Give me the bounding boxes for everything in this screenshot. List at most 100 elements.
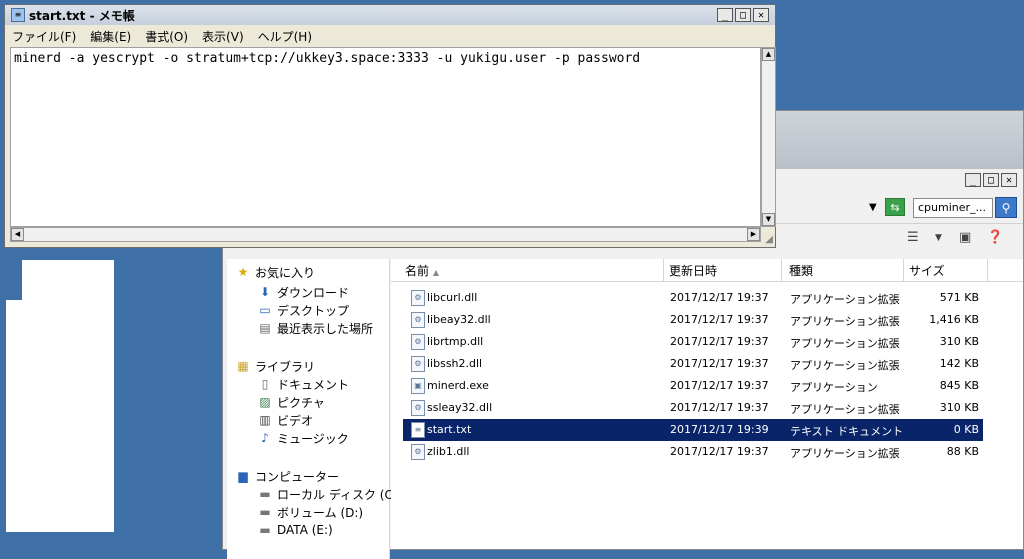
file-row[interactable]: ⚙ libeay32.dll 2017/12/17 19:37 アプリケーション…: [403, 309, 983, 331]
nav-label: ミュージック: [277, 431, 349, 446]
dll-file-icon: ⚙: [411, 290, 425, 306]
menu-edit[interactable]: 編集(E): [83, 28, 138, 45]
nav-label: DATA (E:): [277, 523, 333, 537]
star-icon: ★: [237, 265, 249, 279]
scroll-right-icon[interactable]: ▶: [747, 228, 760, 241]
help-icon[interactable]: ❓: [987, 230, 1003, 245]
scroll-down-icon[interactable]: ▼: [762, 213, 775, 226]
nav-pictures[interactable]: ▨ ピクチャ: [257, 393, 325, 411]
vertical-scrollbar[interactable]: ▲ ▼: [761, 47, 776, 227]
nav-label: ビデオ: [277, 413, 314, 428]
dll-file-icon: ⚙: [411, 400, 425, 416]
file-size: 1,416 KB: [929, 313, 979, 326]
drive-icon: ▬: [259, 523, 271, 537]
column-size[interactable]: サイズ: [909, 262, 945, 279]
nav-music[interactable]: ♪ ミュージック: [257, 429, 349, 447]
search-icon[interactable]: ⚲: [995, 197, 1017, 218]
menu-format[interactable]: 書式(O): [138, 28, 195, 45]
nav-computer[interactable]: ▆ コンピューター: [235, 467, 339, 485]
file-name: libeay32.dll: [427, 313, 491, 326]
file-size: 0 KB: [953, 423, 979, 436]
text-editor-area[interactable]: minerd -a yescrypt -o stratum+tcp://ukke…: [10, 47, 761, 227]
exe-file-icon: ▣: [411, 378, 425, 394]
column-divider[interactable]: [663, 259, 664, 281]
file-date: 2017/12/17 19:37: [670, 313, 769, 326]
file-name: libcurl.dll: [427, 291, 478, 304]
close-button[interactable]: ✕: [1001, 173, 1017, 187]
column-label: 名前: [405, 264, 430, 278]
nav-label: コンピューター: [255, 469, 340, 484]
horizontal-scrollbar[interactable]: ◀ ▶: [10, 227, 761, 242]
drive-icon: ▬: [259, 505, 271, 519]
nav-volume-d[interactable]: ▬ ボリューム (D:): [257, 503, 363, 521]
scroll-up-icon[interactable]: ▲: [762, 48, 775, 61]
window-title: start.txt - メモ帳: [29, 8, 135, 23]
nav-label: 最近表示した場所: [277, 321, 374, 336]
file-row[interactable]: ⚙ ssleay32.dll 2017/12/17 19:37 アプリケーション…: [403, 397, 983, 419]
minimize-button[interactable]: _: [965, 173, 981, 187]
minimize-button[interactable]: _: [717, 8, 733, 22]
library-icon: ▦: [237, 359, 249, 373]
file-list-pane: 名前 ▲ 更新日時 種類 サイズ ⚙ libcurl.dll 2017/12/1…: [391, 259, 1023, 549]
notepad-titlebar[interactable]: ≡ start.txt - メモ帳 _ □ ✕: [5, 5, 775, 25]
column-divider[interactable]: [781, 259, 782, 281]
file-size: 845 KB: [939, 379, 979, 392]
dll-file-icon: ⚙: [411, 334, 425, 350]
dll-file-icon: ⚙: [411, 312, 425, 328]
search-input[interactable]: cpuminer_...: [913, 198, 993, 218]
nav-videos[interactable]: ▥ ビデオ: [257, 411, 313, 429]
menu-view[interactable]: 表示(V): [195, 28, 251, 45]
file-type: アプリケーション拡張: [790, 337, 900, 350]
menu-help[interactable]: ヘルプ(H): [251, 28, 319, 45]
refresh-icon[interactable]: ⇆: [885, 198, 905, 216]
column-date[interactable]: 更新日時: [669, 262, 717, 279]
close-button[interactable]: ✕: [753, 8, 769, 22]
menu-file[interactable]: ファイル(F): [5, 28, 83, 45]
column-type[interactable]: 種類: [789, 262, 813, 279]
resize-grip-icon[interactable]: ◢: [765, 234, 773, 245]
file-date: 2017/12/17 19:39: [670, 423, 769, 436]
nav-label: ピクチャ: [277, 395, 325, 410]
text-file-icon: ≡: [411, 422, 425, 438]
view-options-icon[interactable]: ☰: [907, 230, 919, 245]
file-row-selected[interactable]: ≡ start.txt 2017/12/17 19:39 テキスト ドキュメント…: [403, 419, 983, 441]
nav-favorites[interactable]: ★ お気に入り: [235, 263, 315, 281]
nav-libraries[interactable]: ▦ ライブラリ: [235, 357, 315, 375]
nav-local-disk[interactable]: ▬ ローカル ディスク (C:): [257, 485, 401, 503]
maximize-button[interactable]: □: [735, 8, 751, 22]
sort-up-icon: ▲: [432, 268, 439, 277]
navigation-pane: ★ お気に入り ⬇ ダウンロード ▭ デスクトップ ▤ 最近表示した場所 ▦ ラ…: [227, 259, 402, 559]
file-row[interactable]: ⚙ librtmp.dll 2017/12/17 19:37 アプリケーション拡…: [403, 331, 983, 353]
scroll-left-icon[interactable]: ◀: [11, 228, 24, 241]
dll-file-icon: ⚙: [411, 356, 425, 372]
desktop-icon: ▭: [259, 303, 271, 317]
nav-recent[interactable]: ▤ 最近表示した場所: [257, 319, 373, 337]
nav-desktop[interactable]: ▭ デスクトップ: [257, 301, 349, 319]
view-dropdown-icon[interactable]: ▼: [935, 233, 942, 243]
nav-downloads[interactable]: ⬇ ダウンロード: [257, 283, 349, 301]
music-icon: ♪: [261, 431, 269, 445]
preview-pane-icon[interactable]: ▣: [959, 230, 971, 245]
nav-label: ライブラリ: [255, 359, 316, 374]
maximize-button[interactable]: □: [983, 173, 999, 187]
address-dropdown-icon[interactable]: ▼: [869, 202, 877, 213]
nav-data-e[interactable]: ▬ DATA (E:): [257, 521, 333, 539]
file-name: librtmp.dll: [427, 335, 484, 348]
column-divider[interactable]: [987, 259, 988, 281]
file-type: テキスト ドキュメント: [790, 425, 904, 438]
file-row[interactable]: ⚙ libssh2.dll 2017/12/17 19:37 アプリケーション拡…: [403, 353, 983, 375]
column-name[interactable]: 名前 ▲: [405, 262, 439, 279]
file-date: 2017/12/17 19:37: [670, 291, 769, 304]
file-type: アプリケーション拡張: [790, 293, 900, 306]
file-type: アプリケーション: [790, 381, 878, 394]
column-header-row: 名前 ▲ 更新日時 種類 サイズ: [391, 259, 1023, 282]
file-row[interactable]: ⚙ zlib1.dll 2017/12/17 19:37 アプリケーション拡張 …: [403, 441, 983, 463]
desktop-blank-area: [22, 260, 114, 300]
file-row[interactable]: ▣ minerd.exe 2017/12/17 19:37 アプリケーション 8…: [403, 375, 983, 397]
notepad-icon: ≡: [11, 8, 25, 22]
column-divider[interactable]: [903, 259, 904, 281]
file-row[interactable]: ⚙ libcurl.dll 2017/12/17 19:37 アプリケーション拡…: [403, 287, 983, 309]
desktop-blank-area: [6, 300, 114, 532]
nav-documents[interactable]: ▯ ドキュメント: [257, 375, 349, 393]
explorer-caption-buttons: _ □ ✕: [965, 173, 1017, 187]
